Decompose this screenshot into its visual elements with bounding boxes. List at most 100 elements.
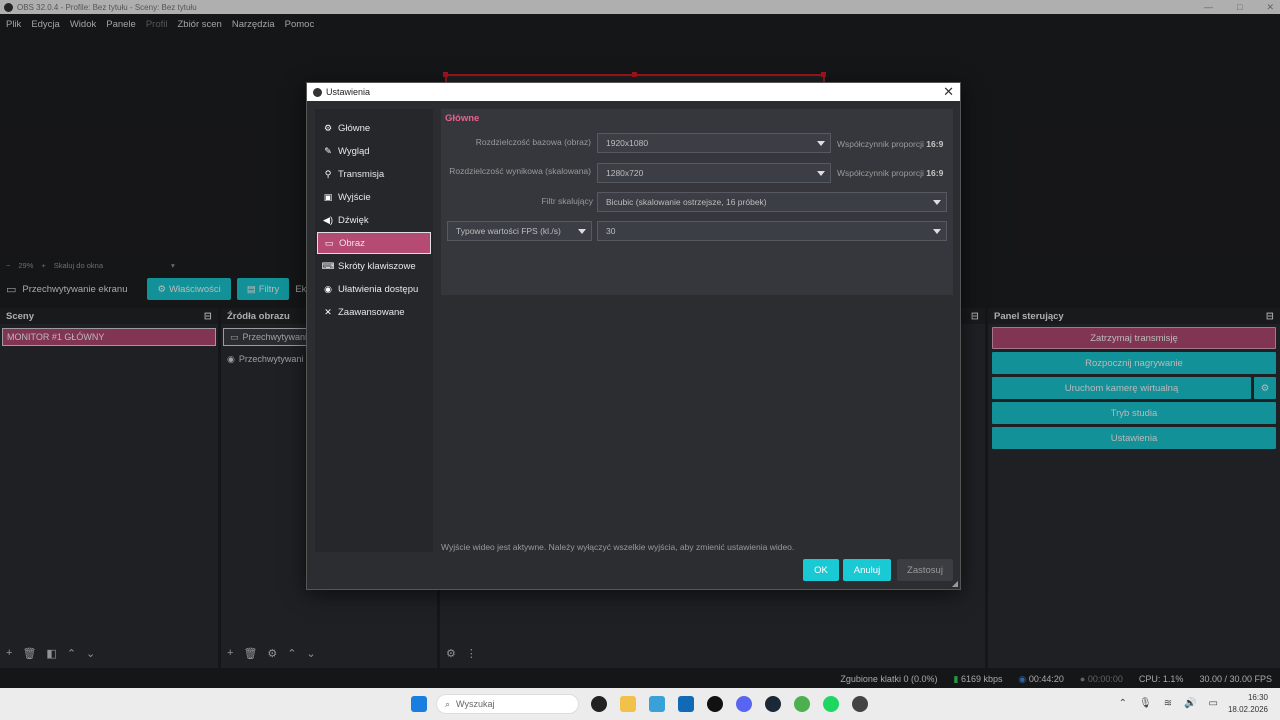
start-recording-button[interactable]: Rozpocznij nagrywanie [992,352,1276,374]
stop-stream-button[interactable]: Zatrzymaj transmisję [992,327,1276,349]
dock-header: Sceny ⊟ [0,308,218,324]
move-up-icon[interactable]: ⌃ [67,647,76,660]
properties-button[interactable]: ⚙ Właściwości [147,278,231,300]
chrome-icon[interactable] [794,696,810,712]
obs-taskbar-icon[interactable] [591,696,607,712]
steam-icon[interactable] [765,696,781,712]
monitor-icon: ▭ [6,283,17,296]
speaker-icon: ◀) [323,214,333,225]
discord-icon[interactable] [736,696,752,712]
nav-label: Dźwięk [338,214,369,226]
chevron-down-icon[interactable]: ▾ [171,261,175,270]
menu-file[interactable]: Plik [6,19,21,30]
bitrate: ▮ 6169 kbps [953,673,1003,684]
taskbar-search[interactable]: ⌕ Wyszukaj [436,694,579,714]
zoom-mode-label[interactable]: Skaluj do okna [54,261,103,270]
nav-item-accessibility[interactable]: ◉ Ułatwienia dostępu [317,278,431,300]
cancel-button[interactable]: Anuluj [843,559,891,581]
resize-handle[interactable] [632,72,637,77]
nav-item-appearance[interactable]: ✎ Wygląd [317,140,431,162]
microphone-icon[interactable]: 🎙 [1139,698,1152,709]
filters-button[interactable]: ▤ Filtry [236,278,290,300]
store-icon[interactable] [678,696,694,712]
resize-handle[interactable] [821,72,826,77]
settings-button[interactable]: Ustawienia [992,427,1276,449]
folder-icon[interactable] [620,696,636,712]
add-icon[interactable]: + [227,647,233,660]
dock-float-icon[interactable]: ⊟ [204,311,212,322]
studio-mode-button[interactable]: Tryb studia [992,402,1276,424]
ok-button[interactable]: OK [803,559,839,581]
gear-icon[interactable]: ⚙ [446,647,456,660]
nav-item-video[interactable]: ▭ Obraz [317,232,431,254]
menu-help[interactable]: Pomoc [285,19,315,30]
virtual-cam-button[interactable]: Uruchom kamerę wirtualną [992,377,1251,399]
resize-handle[interactable] [443,72,448,77]
gear-icon: ⚙ [323,122,333,133]
dock-header: Panel sterujący ⊟ [988,308,1280,324]
zoom-in-button[interactable]: + [41,261,45,270]
move-down-icon[interactable]: ⌄ [307,647,316,660]
apply-button[interactable]: Zastosuj [897,559,953,581]
trash-icon[interactable]: 🗑 [22,647,36,660]
base-resolution-select[interactable]: 1920x1080 [597,133,831,153]
nav-item-audio[interactable]: ◀) Dźwięk [317,209,431,231]
output-resolution-value: 1280x720 [606,168,644,178]
zoom-out-button[interactable]: − [6,261,10,270]
gear-icon[interactable]: ⚙ [267,647,277,660]
properties-label: Właściwości [169,283,221,295]
minimize-icon[interactable]: — [1204,2,1213,12]
controls-dock: Panel sterujący ⊟ Zatrzymaj transmisję R… [988,308,1280,668]
status-bar: Zgubione klatki 0 (0.0%) ▮ 6169 kbps ◉ 0… [0,670,1280,688]
move-up-icon[interactable]: ⌃ [287,647,296,660]
wifi-icon[interactable]: ≋ [1164,698,1172,709]
scene-item[interactable]: MONITOR #1 GŁÓWNY [2,328,216,346]
selected-source-name: Przechwytywanie ekranu [22,283,128,295]
spotify-icon[interactable] [823,696,839,712]
fps-value-select[interactable]: 30 [597,221,947,241]
volume-icon[interactable]: 🔊 [1184,698,1196,709]
battery-icon[interactable]: ▭ [1209,698,1218,709]
windows-start-icon[interactable] [411,696,427,712]
close-icon[interactable]: ✕ [943,85,954,99]
menu-docks[interactable]: Panele [106,19,136,30]
search-placeholder: Wyszukaj [456,699,495,709]
output-resolution-select[interactable]: 1280x720 [597,163,831,183]
trash-icon[interactable]: 🗑 [243,647,257,660]
monitor-icon: ▭ [324,237,334,248]
virtual-cam-settings-button[interactable]: ⚙ [1254,377,1276,399]
taskbar-clock[interactable]: 16:30 18.02.2026 [1228,692,1268,716]
app-icon[interactable] [707,696,723,712]
move-down-icon[interactable]: ⌄ [86,647,95,660]
dock-float-icon[interactable]: ⊟ [971,311,979,322]
add-icon[interactable]: + [6,647,12,660]
fps-type-select[interactable]: Typowe wartości FPS (kl./s) [447,221,592,241]
filter-icon[interactable]: ◧ [46,647,56,660]
nav-item-hotkeys[interactable]: ⌨ Skróty klawiszowe [317,255,431,277]
chevron-up-icon[interactable]: ⌃ [1119,698,1127,709]
zoom-bar: − 29% + Skaluj do okna ▾ [0,259,210,271]
nav-item-stream[interactable]: ⚲ Transmisja [317,163,431,185]
close-window-icon[interactable]: ✕ [1266,2,1274,13]
chatgpt-icon[interactable] [852,696,868,712]
rec-time: ● 00:00:00 [1079,674,1123,684]
chevron-down-icon [817,141,825,146]
chevron-down-icon [817,171,825,176]
dock-float-icon[interactable]: ⊟ [1266,311,1274,322]
nav-item-advanced[interactable]: ✕ Zaawansowane [317,301,431,323]
resize-grip-icon[interactable]: ◢ [952,579,958,588]
scale-filter-select[interactable]: Bicubic (skalowanie ostrzejsze, 16 próbe… [597,192,947,212]
menu-tools[interactable]: Narzędzia [232,19,275,30]
photos-icon[interactable] [649,696,665,712]
maximize-icon[interactable]: □ [1237,2,1242,12]
more-icon[interactable]: ⋮ [466,647,477,660]
gamepad-icon: ◉ [227,353,235,364]
nav-item-general[interactable]: ⚙ Główne [317,117,431,139]
menu-profile[interactable]: Profil [146,19,168,30]
menu-scene-collection[interactable]: Zbiór scen [177,19,221,30]
nav-item-output[interactable]: ▣ Wyjście [317,186,431,208]
menu-edit[interactable]: Edycja [31,19,60,30]
nav-label: Transmisja [338,168,385,180]
output-aspect-ratio: Współczynnik proporcji 16:9 [837,168,944,178]
menu-view[interactable]: Widok [70,19,96,30]
